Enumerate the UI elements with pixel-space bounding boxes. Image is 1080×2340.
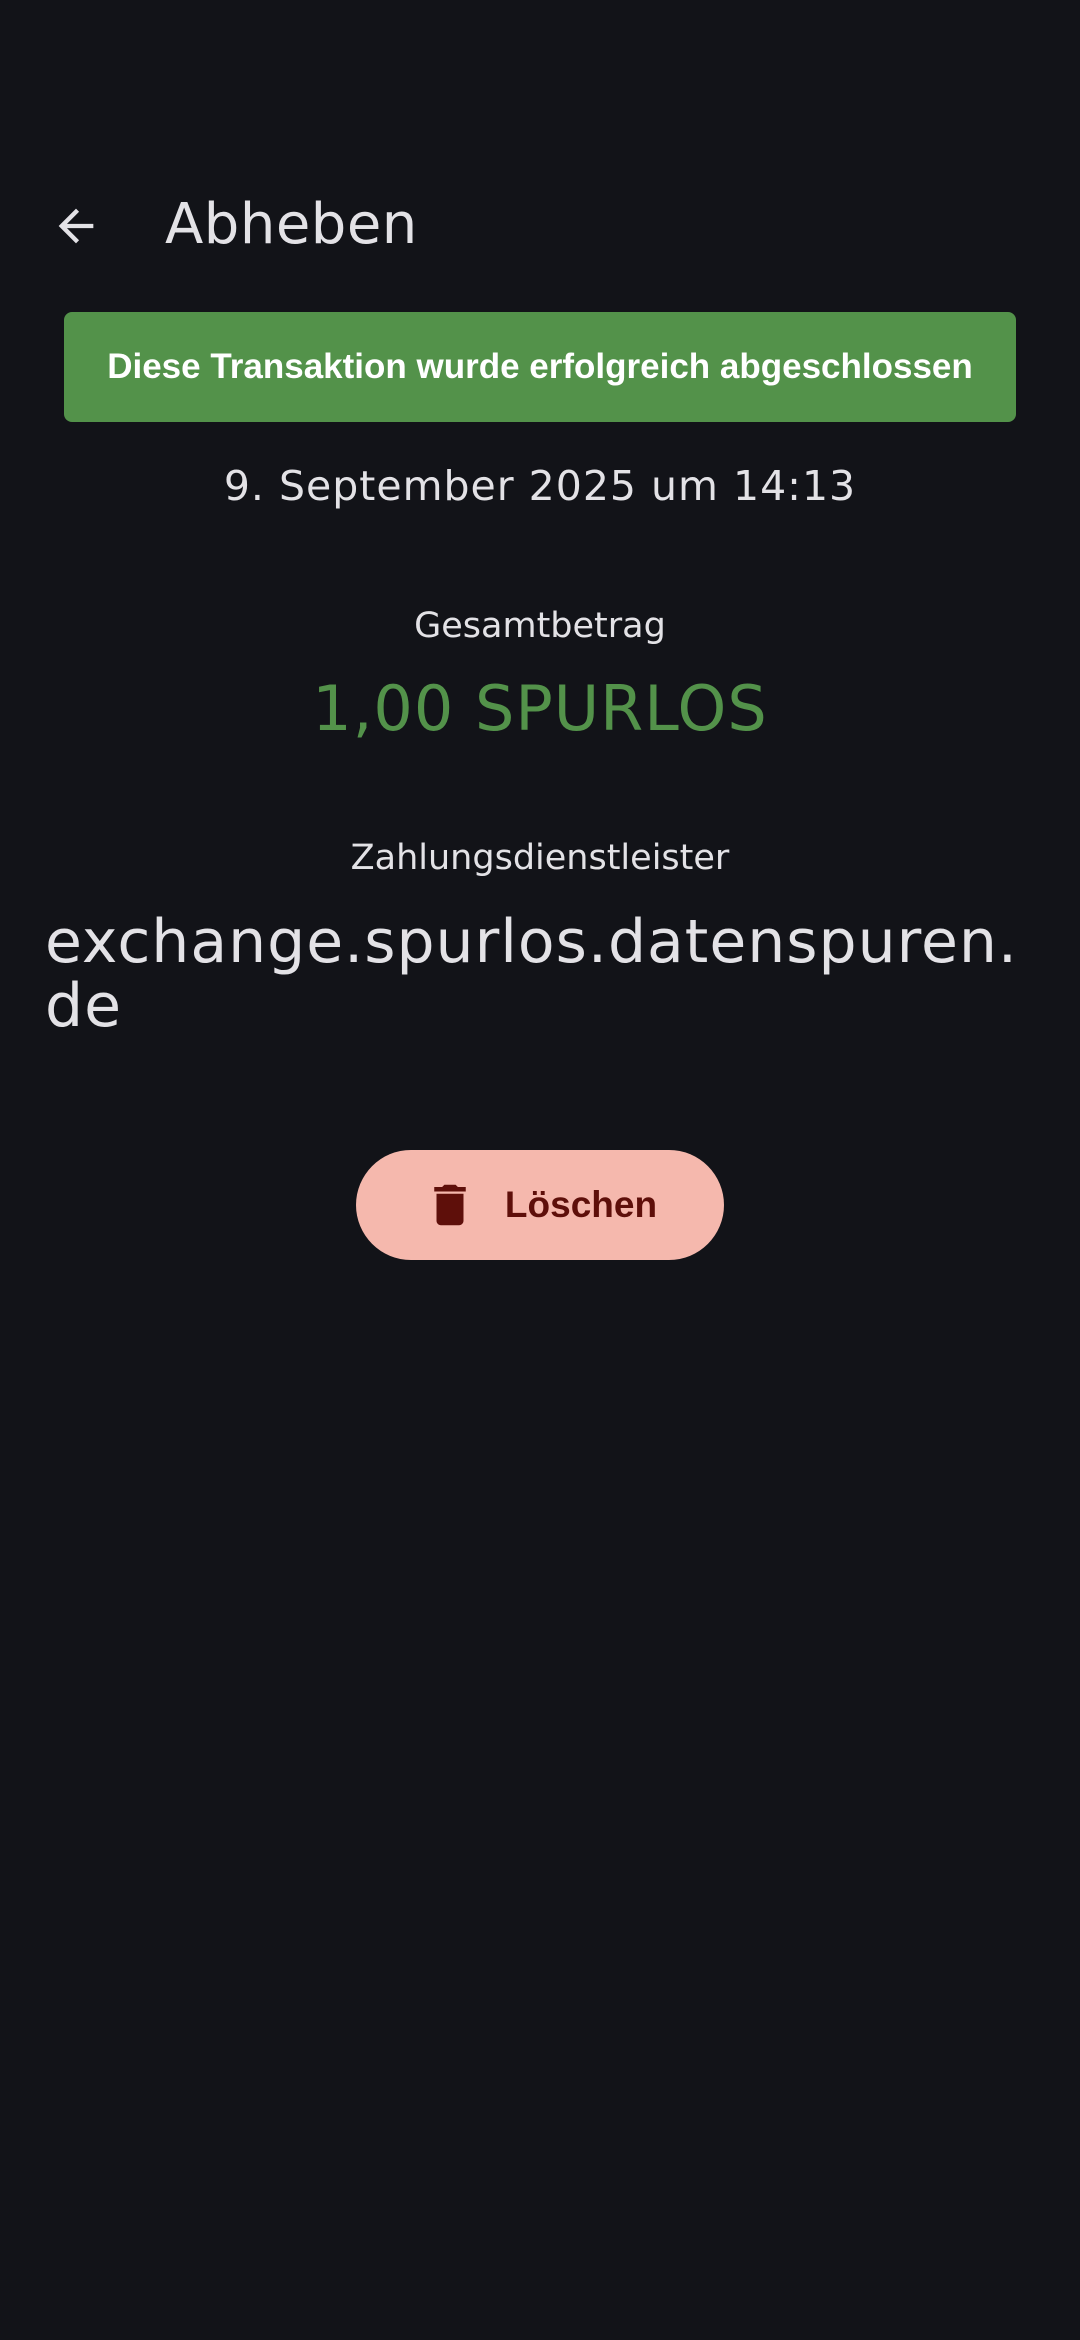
delete-button-label: Löschen: [504, 1184, 658, 1225]
transaction-timestamp: 9. September 2025 um 14:13: [223, 462, 857, 510]
status-banner: Diese Transaktion wurde erfolgreich abge…: [64, 312, 1016, 422]
delete-button[interactable]: Löschen: [356, 1150, 724, 1260]
payment-provider-value: exchange.spurlos.datenspuren.de: [45, 907, 1019, 1041]
total-amount-value: 1,00 SPURLOS: [312, 672, 768, 745]
arrow-back-icon: [58, 208, 94, 244]
app-bar: Abheben: [0, 180, 1080, 272]
back-button[interactable]: [30, 180, 122, 272]
trash-icon: [434, 1184, 466, 1226]
page-title: Abheben: [165, 192, 418, 257]
payment-provider-label: Zahlungsdienstleister: [350, 838, 730, 878]
total-amount-label: Gesamtbetrag: [414, 606, 666, 646]
